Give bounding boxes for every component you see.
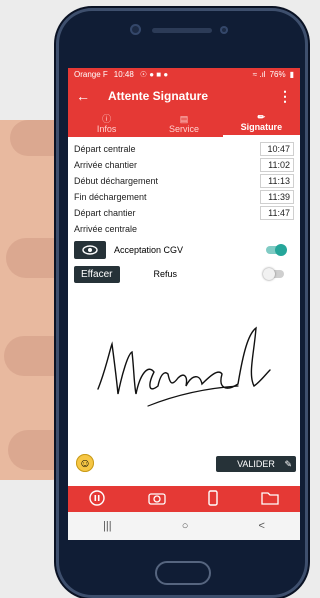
signature-pad[interactable] <box>88 314 278 424</box>
home-button[interactable] <box>155 561 211 585</box>
pen-icon: ✏ <box>257 112 266 122</box>
time-field[interactable]: 11:47 <box>260 206 294 220</box>
time-label: Fin déchargement <box>74 192 147 202</box>
pen-icon: ✎ <box>284 458 292 469</box>
document-icon: ▤ <box>179 114 189 124</box>
time-row: Arrivée centrale <box>74 221 294 237</box>
view-cgv-button[interactable] <box>74 241 106 259</box>
camera-icon[interactable] <box>148 491 166 508</box>
time-row: Début déchargement 11:13 <box>74 173 294 189</box>
effacer-button[interactable]: Effacer <box>74 265 120 283</box>
pause-icon[interactable] <box>89 489 105 509</box>
tab-label: Service <box>168 124 199 134</box>
time-field[interactable]: 10:47 <box>260 142 294 156</box>
valider-button[interactable]: VALIDER ✎ <box>216 456 296 472</box>
page-title: Attente Signature <box>108 89 209 103</box>
battery-level: 76% <box>269 70 286 79</box>
recents-button[interactable]: ||| <box>103 520 112 532</box>
cgv-toggle[interactable] <box>266 244 287 256</box>
effacer-row: Effacer Refus <box>74 264 294 284</box>
time-row: Fin déchargement 11:39 <box>74 189 294 205</box>
time-row: Départ centrale 10:47 <box>74 141 294 157</box>
tab-bar: ⓘ Infos ▤ Service ✏ Signature <box>68 111 300 137</box>
time-label: Début déchargement <box>74 176 159 186</box>
tab-label: Signature <box>240 122 283 132</box>
phone-icon[interactable] <box>208 489 218 509</box>
time-field[interactable]: 11:13 <box>260 174 294 188</box>
camera-icon <box>130 24 141 35</box>
notification-icons: ☉ ● ■ ● <box>139 70 169 79</box>
toggle-knob <box>263 268 275 280</box>
battery-icon: ▮ <box>289 70 294 79</box>
time-field[interactable]: 11:39 <box>260 190 294 204</box>
refus-label: Refus <box>153 269 178 279</box>
eye-icon <box>82 245 98 255</box>
carrier-name: Orange F <box>74 70 108 79</box>
time-label: Départ chantier <box>74 208 136 218</box>
valider-label: VALIDER <box>237 459 275 469</box>
time-label: Arrivée centrale <box>74 224 138 234</box>
status-bar: Orange F 10:48 ☉ ● ■ ● ≈ .ıl 76% ▮ <box>68 68 300 81</box>
refus-toggle[interactable] <box>263 268 284 280</box>
tab-infos[interactable]: ⓘ Infos <box>68 111 145 137</box>
signature-form: Départ centrale 10:47 Arrivée chantier 1… <box>68 137 300 284</box>
folder-icon[interactable] <box>261 491 279 508</box>
tab-signature[interactable]: ✏ Signature <box>222 111 300 137</box>
bottom-toolbar <box>68 486 300 512</box>
signal-icon: ≈ .ıl <box>252 70 266 79</box>
info-icon: ⓘ <box>102 114 112 124</box>
tab-label: Infos <box>96 124 117 134</box>
sensor-icon <box>220 26 228 34</box>
clock: 10:48 <box>113 70 134 79</box>
time-label: Départ centrale <box>74 144 136 154</box>
more-vert-icon[interactable]: ⋮ <box>278 88 292 105</box>
arrow-back-icon[interactable]: ← <box>76 88 98 104</box>
time-row: Départ chantier 11:47 <box>74 205 294 221</box>
app-bar: ← Attente Signature ⋮ <box>68 81 300 111</box>
system-nav-bar: ||| ○ < <box>68 512 300 540</box>
phone-screen: Orange F 10:48 ☉ ● ■ ● ≈ .ıl 76% ▮ ← Att… <box>68 68 300 540</box>
earpiece <box>152 28 212 33</box>
time-field[interactable]: 11:02 <box>260 158 294 172</box>
back-nav-button[interactable]: < <box>259 520 265 532</box>
time-row: Arrivée chantier 11:02 <box>74 157 294 173</box>
emoji-icon[interactable]: ☺ <box>76 454 94 472</box>
tab-service[interactable]: ▤ Service <box>145 111 222 137</box>
cgv-label: Acceptation CGV <box>114 245 184 255</box>
home-nav-button[interactable]: ○ <box>182 520 189 532</box>
time-label: Arrivée chantier <box>74 160 138 170</box>
toggle-knob <box>275 244 287 256</box>
cgv-row: Acceptation CGV <box>74 240 294 260</box>
